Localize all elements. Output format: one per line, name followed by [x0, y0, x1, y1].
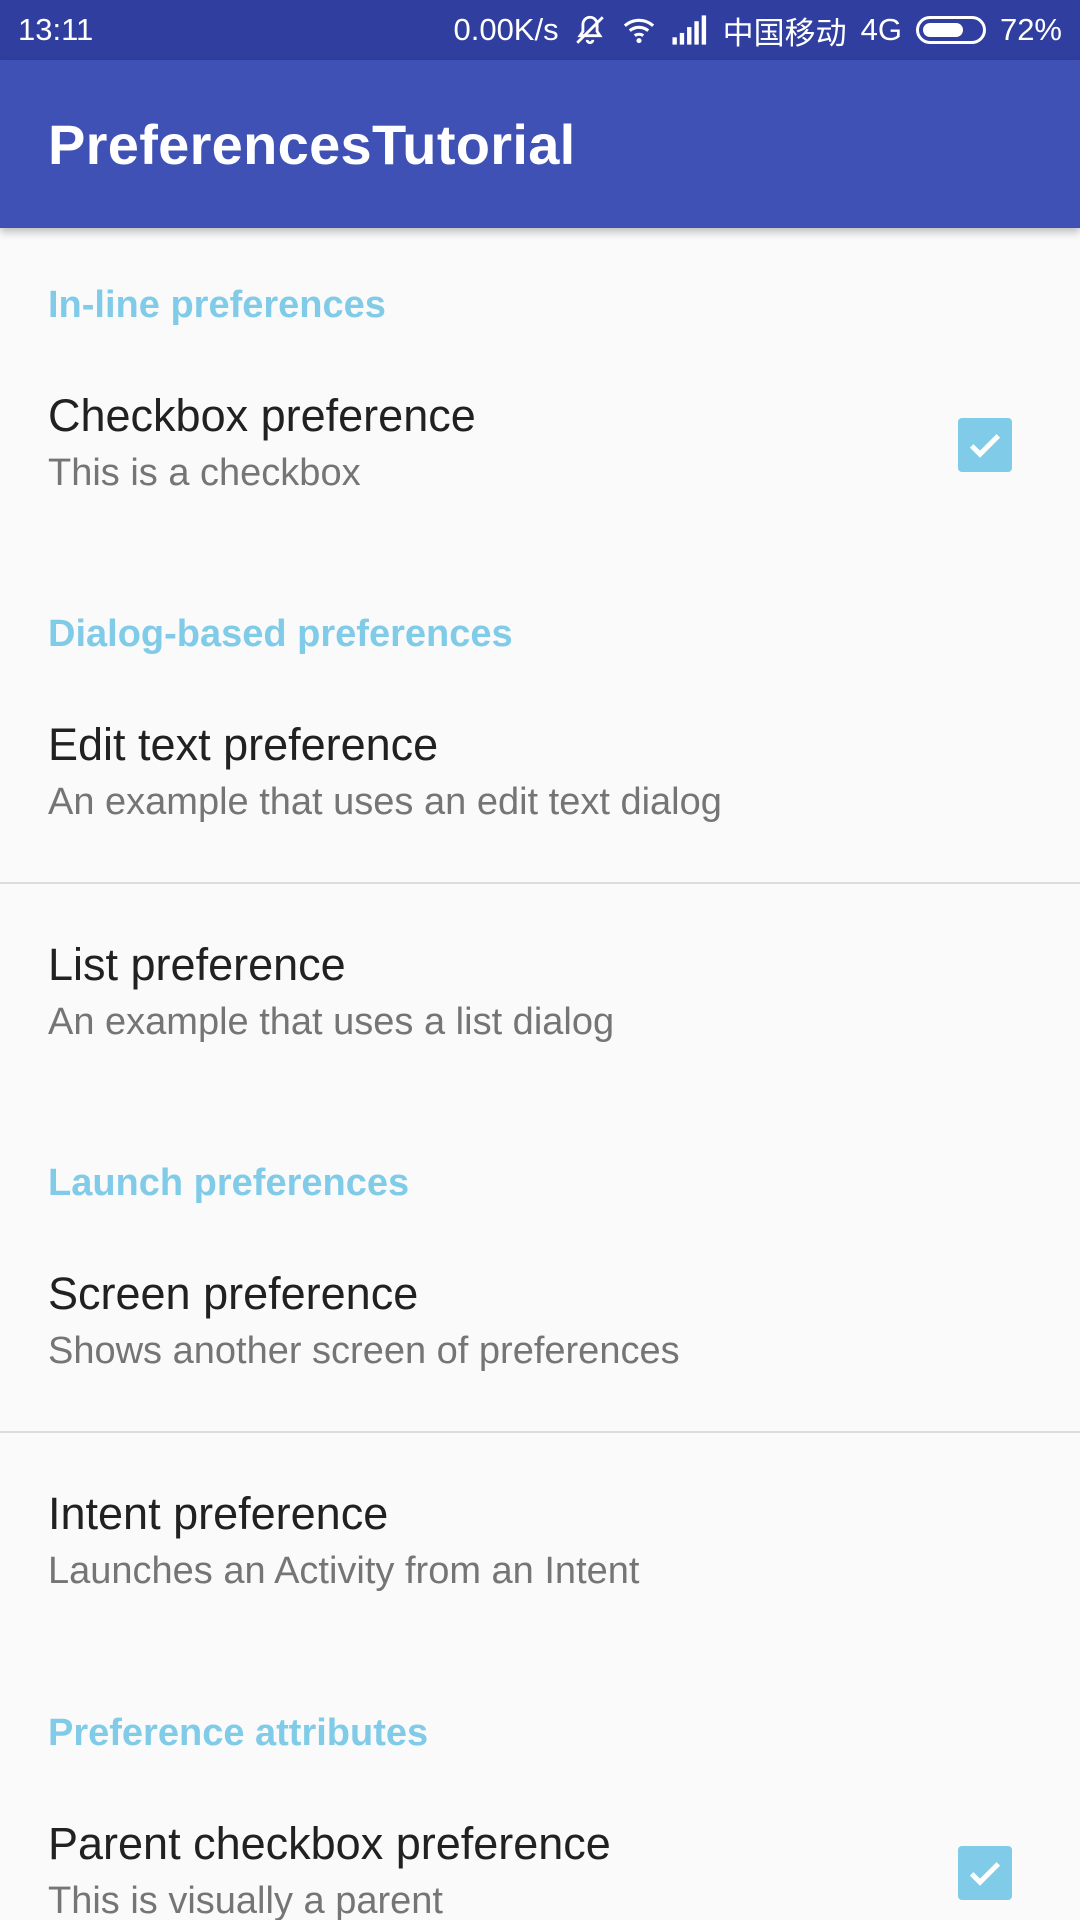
pref-summary: This is visually a parent — [48, 1880, 443, 1920]
category-inline-preferences: In-line preferences — [48, 284, 386, 326]
app-bar: PreferencesTutorial — [0, 60, 1080, 228]
parent-checkbox-preference[interactable]: Parent checkbox preference This is visua… — [0, 1816, 1080, 1920]
divider — [0, 1431, 1080, 1433]
checkbox-preference[interactable]: Checkbox preference This is a checkbox — [0, 388, 1080, 548]
pref-summary: Shows another screen of preferences — [48, 1330, 680, 1372]
network-type: 4G — [860, 12, 902, 47]
battery-percent: 72% — [999, 12, 1062, 47]
category-dialog-based-preferences: Dialog-based preferences — [48, 613, 513, 655]
pref-title: Parent checkbox preference — [48, 1818, 611, 1869]
pref-summary: This is a checkbox — [48, 452, 361, 494]
signal-icon — [671, 15, 709, 45]
pref-title: Edit text preference — [48, 719, 439, 770]
pref-title: List preference — [48, 939, 346, 990]
divider — [0, 882, 1080, 884]
app-title: PreferencesTutorial — [48, 112, 576, 176]
list-preference[interactable]: List preference An example that uses a l… — [0, 937, 1080, 1047]
pref-summary: An example that uses a list dialog — [48, 1001, 615, 1043]
intent-preference[interactable]: Intent preference Launches an Activity f… — [0, 1486, 1080, 1596]
preferences-list[interactable]: In-line preferences Checkbox preference … — [0, 228, 1080, 1920]
network-speed: 0.00K/s — [453, 12, 559, 47]
status-icons: 0.00K/s 中国移动 4G 72% — [453, 8, 1062, 53]
checkbox-checked[interactable] — [958, 418, 1012, 472]
battery-icon — [915, 16, 986, 44]
status-time: 13:11 — [18, 12, 94, 47]
wifi-icon — [621, 13, 657, 47]
pref-summary: An example that uses an edit text dialog — [48, 781, 722, 823]
checkbox-checked[interactable] — [958, 1846, 1012, 1900]
mute-alarm-icon — [573, 13, 607, 47]
pref-summary: Launches an Activity from an Intent — [48, 1550, 640, 1592]
pref-title: Screen preference — [48, 1268, 419, 1319]
category-launch-preferences: Launch preferences — [48, 1162, 410, 1204]
pref-title: Checkbox preference — [48, 390, 476, 441]
battery-fill — [922, 23, 963, 37]
edit-text-preference[interactable]: Edit text preference An example that use… — [0, 717, 1080, 827]
check-icon — [969, 1862, 1001, 1886]
check-icon — [969, 434, 1001, 458]
category-preference-attributes: Preference attributes — [48, 1712, 429, 1754]
carrier-name: 中国移动 — [722, 15, 847, 51]
pref-title: Intent preference — [48, 1488, 389, 1539]
status-bar: 13:11 0.00K/s 中国移动 4G 72% — [0, 0, 1080, 60]
screen-preference[interactable]: Screen preference Shows another screen o… — [0, 1266, 1080, 1376]
